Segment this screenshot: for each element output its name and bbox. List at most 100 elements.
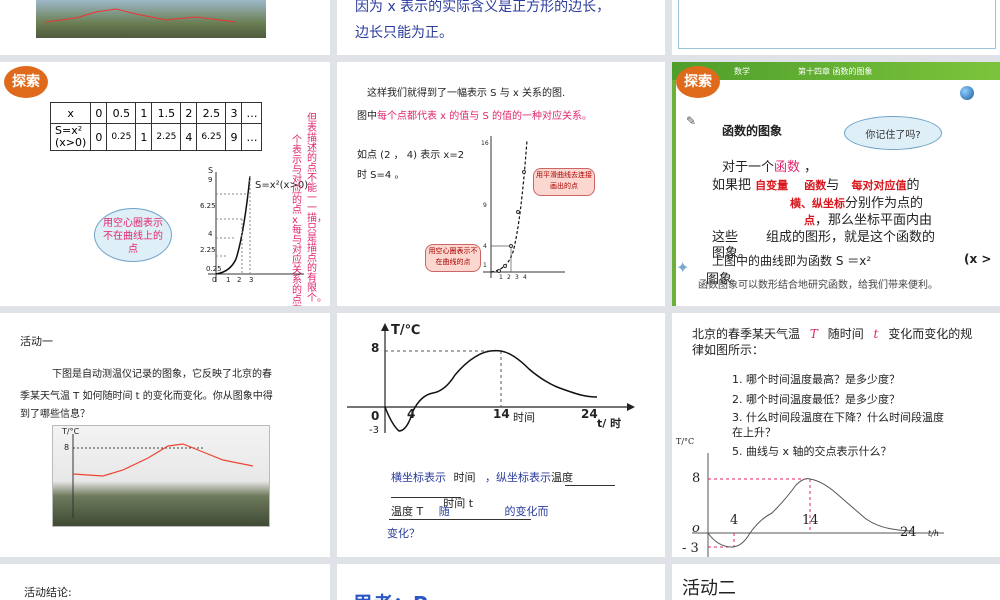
text-line: 时 S=4 。 — [357, 170, 405, 181]
x-tick: 3 — [249, 276, 254, 284]
hollow-circle-bubble: 用空心圈表示不在曲线上的点 — [94, 208, 172, 262]
slide-activity-one[interactable]: 活动一 下图是自动测温仪记录的图象，它反映了北京的春 季某天气温 T 如何随时间… — [0, 313, 330, 557]
text-part: 北京的春季某天气温 — [692, 327, 801, 341]
conclusion-heading: 活动结论: — [24, 586, 72, 599]
cell: 1 — [135, 123, 153, 151]
y-tick: 4 — [208, 230, 213, 238]
slide-conclusion[interactable]: 活动结论: — [0, 564, 330, 600]
highlight-text: 函数 — [774, 160, 801, 175]
answer-blank[interactable]: 时间 — [454, 471, 476, 484]
thinking-heading: 思考：P — [353, 588, 428, 600]
x-time-label: 时间 — [513, 411, 535, 424]
slide-square-side[interactable]: 因为 x 表示的实际含义是正方形的边长， 边长只能为正。 — [337, 0, 665, 55]
vertical-note: 个表示与对应的点 x 每与对应关系的点有无数 — [292, 135, 302, 307]
callout-smooth: 用平滑曲线去连接画出的点 — [533, 168, 595, 196]
cell: 0 — [90, 102, 108, 124]
footer-note: 函数图象可以数形结合地研究函数，给我们带来便利。 — [698, 280, 938, 291]
activity-heading: 活动一 — [20, 335, 53, 348]
y-tick: 2.25 — [200, 246, 216, 254]
intro-line: 北京的春季某天气温 T 随时间 t 变化而变化的规 — [692, 325, 972, 342]
slide-relation-graph[interactable]: 这样我们就得到了一幅表示 S 与 x 关系的图. 图中每个点都代表 x 的值与 … — [337, 62, 665, 306]
x-tick: 1 — [499, 274, 503, 281]
activity-two-heading: 活动二 — [682, 578, 736, 599]
cell: 1 — [135, 102, 153, 124]
answer-blank[interactable]: 温度 — [551, 471, 573, 484]
origin-label: 0 — [371, 409, 380, 423]
text-line: 如点 (2 ， 4) 表示 x=2 — [357, 150, 465, 161]
callout-hollow: 用空心圈表示不在曲线的点 — [425, 244, 481, 272]
callout-text: 用空心圈表示不在曲线的点 — [428, 247, 478, 266]
photo-y-tick: 8 — [64, 443, 70, 452]
y-axis-label: T/°C — [676, 437, 695, 446]
def-line: 如果把 自变量 函数与 每对对应值的 — [712, 174, 919, 193]
temperature-photo — [52, 425, 270, 527]
slide-photo-top[interactable] — [0, 0, 330, 55]
blank-underline — [389, 519, 531, 520]
photo-thumbnail — [36, 0, 266, 38]
slide-explore-table[interactable]: 探索 x 0 0.5 1 1.5 2 2.5 3… S=x² (x>0) 0 0.25 1 2.25 4… — [0, 62, 330, 306]
x-tick-4: 4 — [407, 407, 416, 421]
explore-badge: 探索 — [676, 66, 720, 98]
answer-blank[interactable]: 温度 T — [391, 505, 423, 518]
text-part: 的 — [906, 178, 920, 193]
header-subject: 数学 — [734, 67, 750, 76]
slide-thinking[interactable]: 思考：P — [337, 564, 665, 600]
cell: 2 — [180, 102, 198, 124]
text-part: 横坐标表示 — [391, 471, 446, 484]
text-part: 对于一个 — [722, 160, 775, 175]
header-chapter: 第十四章 函数的图象 — [798, 67, 873, 76]
cell: 2.25 — [151, 123, 182, 151]
origin-label: o — [692, 521, 700, 536]
table-row: x 0 0.5 1 1.5 2 2.5 3… — [49, 102, 263, 124]
y-tick-8: 8 — [692, 471, 701, 486]
vertical-note: 但表描述的点不能一一描，只是描点的有限个。 — [307, 113, 327, 304]
pen-icon: ✎ — [686, 114, 697, 128]
x-axis-unit: t/h — [928, 529, 940, 538]
text-line: 季某天气温 T 如何随时间 t 的变化而变化。你从图象中得 — [20, 391, 273, 402]
cell: 2.5 — [196, 102, 227, 124]
cell: x — [49, 102, 92, 124]
text-line: 图中每个点都代表 x 的值与 S 的值的一种对应关系。 — [357, 107, 592, 122]
question-line: 温度 T 随 时间 t 的变化而 — [391, 497, 549, 519]
photo-temperature-curve — [45, 8, 237, 23]
highlight-text: 每个点都代表 x 的值与 S 的值的一种对应关系。 — [377, 111, 592, 122]
text-part: 如果把 — [712, 178, 752, 193]
text-part: 与 — [826, 178, 840, 193]
y-tick: 9 — [483, 202, 487, 209]
text-line: 这样我们就得到了一幅表示 S 与 x 关系的图. — [367, 88, 566, 99]
x-tick-14: 14 — [802, 513, 819, 528]
cell: 0 — [90, 123, 108, 151]
variable-t: t — [873, 327, 879, 341]
text-part: 组成的图形，就是这个函数的 — [766, 230, 936, 245]
answer-blank[interactable]: 时间 t — [443, 497, 473, 510]
slide-function-graph-definition[interactable]: 数学 第十四章 函数的图象 探索 ✎ 函数的图象 你记住了吗? 对于一个函数 ，… — [672, 62, 1000, 306]
x-tick: 2 — [237, 276, 242, 284]
slide-temperature-graph[interactable]: T/℃ 8 0 -3 4 14 时间 24 t/ 时 横坐标表示 时间 ，纵坐标… — [337, 313, 665, 557]
x-tick-14: 14 — [493, 407, 510, 421]
slide-questions[interactable]: 北京的春季某天气温 T 随时间 t 变化而变化的规 律如图所示： 1. 哪个时间… — [672, 313, 1000, 557]
question-line: 变化？ — [387, 527, 420, 540]
slide-blank-top[interactable] — [672, 0, 1000, 55]
y-tick-8: 8 — [371, 341, 380, 355]
intro-line: 律如图所示： — [692, 343, 765, 357]
cell: 1.5 — [151, 102, 182, 124]
y-tick-neg3: - 3 — [682, 541, 699, 556]
y-tick: 1 — [483, 262, 487, 269]
y-tick: 4 — [483, 243, 487, 250]
text-line: 到了哪些信息？ — [20, 409, 90, 420]
text-part: 变化而变化的规 — [888, 327, 973, 341]
question-1: 1. 哪个时间温度最高？是多少度？ — [732, 373, 900, 386]
x-axis-unit: t/ 时 — [597, 417, 622, 430]
slide-activity-two[interactable]: 活动二 — [672, 564, 1000, 600]
table-row: S=x² (x>0) 0 0.25 1 2.25 4 6.25 9… — [49, 123, 263, 151]
text-line: 下图是自动测温仪记录的图象，它反映了北京的春 — [52, 369, 272, 380]
cell: 9 — [225, 123, 243, 151]
x-tick: 3 — [515, 274, 519, 281]
callout-text: 用平滑曲线去连接画出的点 — [536, 171, 592, 190]
text-part: 的变化而 — [504, 505, 549, 518]
remember-bubble: 你记住了吗? — [844, 116, 942, 150]
cell: … — [241, 123, 263, 151]
globe-icon — [960, 86, 974, 100]
cell: S=x² (x>0) — [49, 123, 92, 151]
cell: 0.5 — [106, 102, 137, 124]
